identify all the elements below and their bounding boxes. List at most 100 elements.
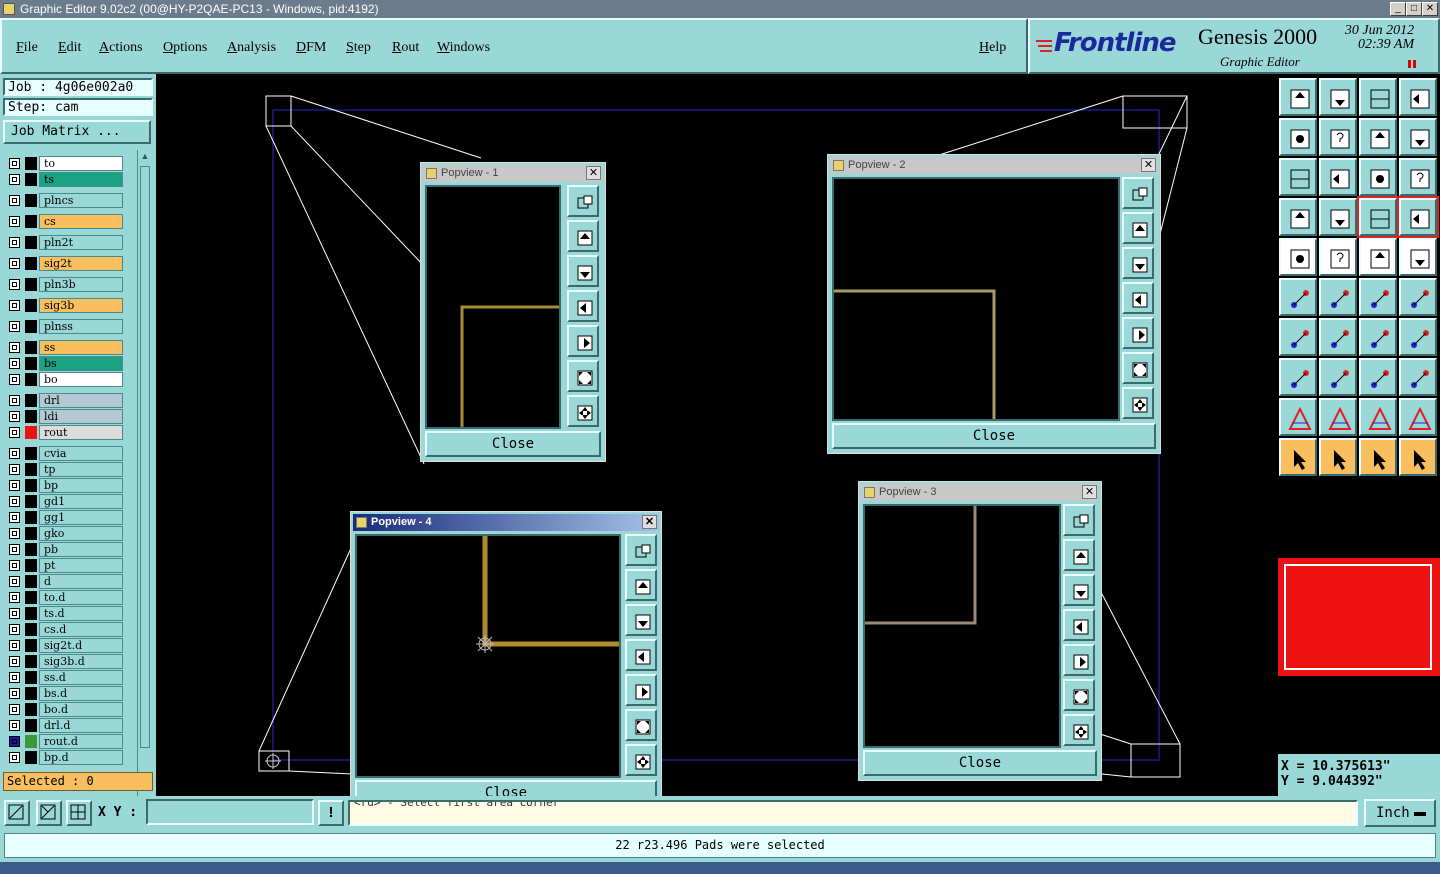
grid-icon[interactable] — [66, 800, 92, 826]
menu-dfm[interactable]: DFM — [296, 40, 326, 56]
pan-left-icon[interactable] — [625, 639, 657, 671]
menu-file[interactable]: File — [16, 40, 38, 56]
layer-checkbox[interactable] — [9, 358, 20, 369]
layer-row-bo[interactable]: bo — [3, 372, 125, 387]
maximize-button[interactable]: □ — [1406, 2, 1422, 16]
layer-row-bo-d[interactable]: bo.d — [3, 702, 125, 717]
zoom-center-icon[interactable] — [567, 395, 599, 427]
menu-edit[interactable]: Edit — [58, 40, 81, 56]
ruler-icon[interactable] — [1359, 238, 1397, 276]
layer-row-tp[interactable]: tp — [3, 462, 125, 477]
layer-color-swatch[interactable] — [25, 373, 37, 386]
zoom-home-icon[interactable] — [1063, 504, 1095, 536]
popview-2-window[interactable]: Popview - 2 ✕ Close — [827, 154, 1161, 454]
add-pad-icon[interactable] — [1279, 238, 1317, 276]
layer-checkbox[interactable] — [9, 560, 20, 571]
popview-2-titlebar[interactable]: Popview - 2 ✕ — [830, 157, 1158, 174]
layer-row-pt[interactable]: pt — [3, 558, 125, 573]
layer-name[interactable]: cvia — [39, 446, 123, 461]
layer-row-d[interactable]: d — [3, 574, 125, 589]
pan-right-icon[interactable] — [1063, 644, 1095, 676]
layer-checkbox[interactable] — [9, 496, 20, 507]
scroll-up-icon[interactable]: ▲ — [138, 150, 152, 162]
layer-row-bs[interactable]: bs — [3, 356, 125, 371]
zoom-home-icon[interactable] — [567, 185, 599, 217]
layer-name[interactable]: bo — [39, 372, 123, 387]
layer-color-swatch[interactable] — [25, 575, 37, 588]
edit-point-icon[interactable] — [1399, 278, 1437, 316]
layer-name[interactable]: bo.d — [39, 702, 123, 717]
layer-row-plnss[interactable]: plnss — [3, 319, 125, 334]
minimize-button[interactable]: _ — [1390, 2, 1406, 16]
exclamation-button[interactable]: ! — [318, 800, 344, 826]
menu-analysis[interactable]: Analysis — [227, 40, 276, 56]
layer-row-drl-d[interactable]: drl.d — [3, 718, 125, 733]
pan-down-icon[interactable] — [567, 255, 599, 287]
net-select-icon[interactable] — [1357, 196, 1399, 238]
zoom-fit-icon[interactable] — [625, 709, 657, 741]
layer-row-cvia[interactable]: cvia — [3, 446, 125, 461]
zoom-center-icon[interactable] — [625, 744, 657, 776]
layer-checkbox[interactable] — [9, 688, 20, 699]
layer-checkbox[interactable] — [9, 427, 20, 438]
layer-row-ts[interactable]: ts — [3, 172, 125, 187]
popview-2-close-button[interactable]: Close — [832, 423, 1156, 449]
layer-name[interactable]: cs.d — [39, 622, 123, 637]
pan-down-icon[interactable] — [1122, 247, 1154, 279]
layer-color-swatch[interactable] — [25, 559, 37, 572]
arc-icon[interactable] — [1359, 318, 1397, 356]
select-arrow-icon[interactable] — [1279, 438, 1317, 476]
triangle-outline-icon[interactable] — [1319, 398, 1357, 436]
layer-row-pln3b[interactable]: pln3b — [3, 277, 125, 292]
layer-checkbox[interactable] — [9, 704, 20, 715]
layer-name[interactable]: ss — [39, 340, 123, 355]
layer-name[interactable]: pln3b — [39, 277, 123, 292]
move-point-icon[interactable] — [1359, 278, 1397, 316]
layer-checkbox[interactable] — [9, 216, 20, 227]
layer-checkbox[interactable] — [9, 279, 20, 290]
layer-color-swatch[interactable] — [25, 173, 37, 186]
layer-name[interactable]: cs — [39, 214, 123, 229]
layer-checkbox[interactable] — [9, 720, 20, 731]
scrollbar-thumb[interactable] — [140, 166, 150, 748]
save-icon[interactable] — [1319, 78, 1357, 116]
layer-checkbox[interactable] — [9, 158, 20, 169]
layer-color-swatch[interactable] — [25, 463, 37, 476]
layer-row-ss-d[interactable]: ss.d — [3, 670, 125, 685]
zoom-fit-icon[interactable] — [1122, 352, 1154, 384]
pan-down-icon[interactable] — [625, 604, 657, 636]
close-window-button[interactable]: ✕ — [1422, 2, 1438, 16]
zoom-area-icon[interactable] — [4, 800, 30, 826]
move-left-icon[interactable] — [1279, 118, 1317, 156]
zoom-center-icon[interactable] — [1122, 387, 1154, 419]
layer-checkbox[interactable] — [9, 608, 20, 619]
layer-name[interactable]: sig2t — [39, 256, 123, 271]
zoom-center-icon[interactable] — [1063, 714, 1095, 746]
cut-line-icon[interactable] — [1319, 358, 1357, 396]
layer-name[interactable]: pt — [39, 558, 123, 573]
layer-row-plncs[interactable]: plncs — [3, 193, 125, 208]
add-circle-icon[interactable] — [1399, 238, 1437, 276]
layer-color-swatch[interactable] — [25, 320, 37, 333]
layer-color-swatch[interactable] — [25, 194, 37, 207]
layer-color-swatch[interactable] — [25, 410, 37, 423]
overview-map[interactable] — [1278, 558, 1440, 676]
net-highlight-icon[interactable] — [1397, 196, 1439, 238]
layer-color-swatch[interactable] — [25, 278, 37, 291]
popview-4-window[interactable]: Popview - 4 ✕ Close — [350, 511, 662, 809]
measure-icon[interactable] — [1279, 198, 1317, 236]
layer-name[interactable]: ts — [39, 172, 123, 187]
layer-name[interactable]: sig3b.d — [39, 654, 123, 669]
layer-checkbox[interactable] — [9, 395, 20, 406]
delete-point-icon[interactable] — [1319, 278, 1357, 316]
layer-checkbox[interactable] — [9, 464, 20, 475]
layer-name[interactable]: sig3b — [39, 298, 123, 313]
layer-color-swatch[interactable] — [25, 639, 37, 652]
layer-row-sig2t-d[interactable]: sig2t.d — [3, 638, 125, 653]
layer-row-to[interactable]: to — [3, 156, 125, 171]
pan-left-icon[interactable] — [1063, 609, 1095, 641]
home-icon[interactable] — [1359, 78, 1397, 116]
scale-1-2-icon[interactable] — [1359, 158, 1397, 196]
probe-icon[interactable] — [1319, 198, 1357, 236]
layer-checkbox[interactable] — [9, 656, 20, 667]
